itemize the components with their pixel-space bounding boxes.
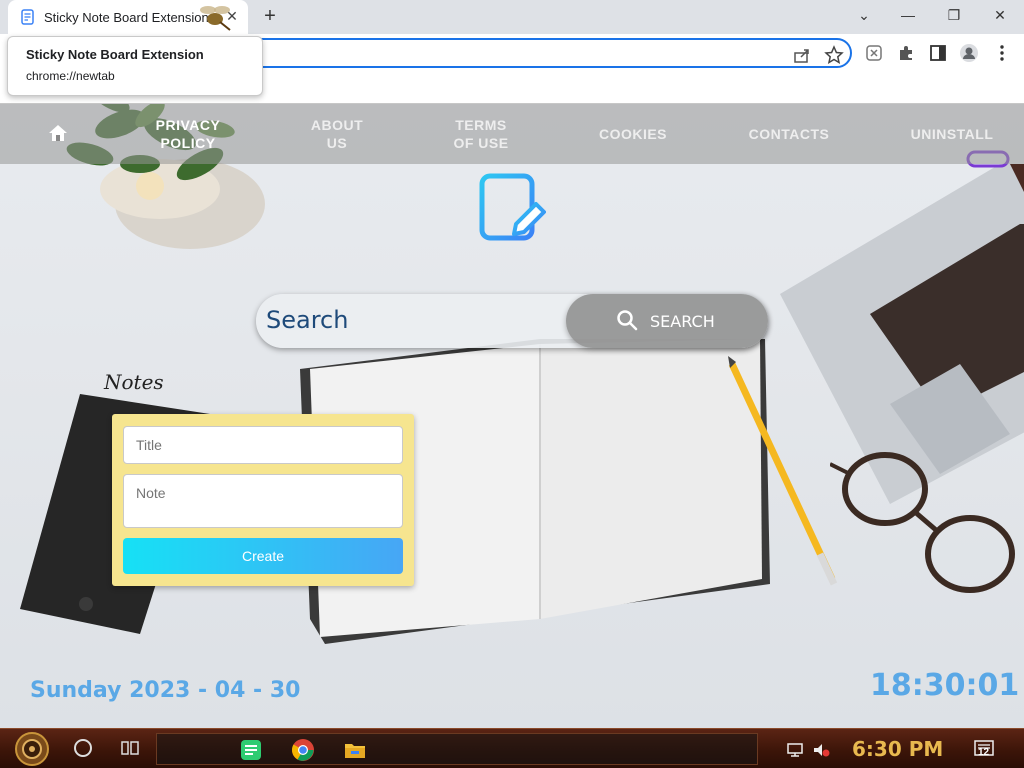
active-tab[interactable]: Sticky Note Board Extension ✕ xyxy=(8,0,248,34)
create-note-button[interactable]: Create xyxy=(123,538,403,574)
nav-label-line1: TERMS xyxy=(455,117,507,133)
taskbar-apps xyxy=(156,733,758,765)
restore-button[interactable]: ❐ xyxy=(940,4,968,26)
search-button[interactable]: SEARCH xyxy=(566,294,768,348)
nav-privacy-policy[interactable]: PRIVACY POLICY xyxy=(150,116,226,152)
search-bar: Search SEARCH xyxy=(256,294,768,348)
search-input[interactable]: Search xyxy=(266,306,348,334)
nav-cookies[interactable]: COOKIES xyxy=(590,125,676,143)
note-favicon-icon xyxy=(21,9,34,25)
nav-uninstall[interactable]: UNINSTALL xyxy=(900,125,1004,143)
profile-icon[interactable] xyxy=(959,43,979,63)
file-explorer-app-icon[interactable] xyxy=(343,738,367,762)
extension-blocked-icon[interactable] xyxy=(864,43,884,63)
sticky-notes-app-icon[interactable] xyxy=(239,738,263,762)
new-tab-button[interactable]: + xyxy=(258,4,282,28)
start-button-icon[interactable] xyxy=(10,731,54,767)
clock-display: 18:30:01 xyxy=(870,668,1020,703)
nav-label-line1: UNINSTALL xyxy=(910,126,994,142)
tooltip-url: chrome://newtab xyxy=(26,69,115,83)
extensions-icon[interactable] xyxy=(896,43,916,63)
cortana-search-icon[interactable] xyxy=(74,739,92,757)
note-body-textarea[interactable]: Note xyxy=(123,474,403,528)
tab-hover-tooltip: Sticky Note Board Extension chrome://new… xyxy=(7,36,263,96)
system-tray: 6:30 PM 12 xyxy=(770,733,1024,765)
nav-label-line1: CONTACTS xyxy=(748,126,830,142)
minimize-button[interactable]: — xyxy=(894,4,922,26)
note-form-card: Title Note Create xyxy=(112,414,414,586)
nav-label-line2: OF USE xyxy=(453,135,509,151)
nav-terms-of-use[interactable]: TERMS OF USE xyxy=(444,116,518,152)
bookmark-star-icon[interactable] xyxy=(824,45,844,65)
search-button-label: SEARCH xyxy=(650,312,715,331)
notepad-logo-icon xyxy=(479,173,546,241)
nav-label-line2: POLICY xyxy=(160,135,216,151)
tab-close-icon[interactable]: ✕ xyxy=(224,8,240,25)
volume-muted-icon[interactable] xyxy=(812,742,830,758)
tab-title: Sticky Note Board Extension xyxy=(44,10,209,25)
chrome-app-icon[interactable] xyxy=(291,738,315,762)
glasses-photo xyxy=(830,452,1015,593)
menu-kebab-icon[interactable] xyxy=(992,43,1012,63)
nav-label-line2: US xyxy=(326,135,348,151)
date-display: Sunday 2023 - 04 - 30 xyxy=(30,678,301,703)
side-panel-icon[interactable] xyxy=(928,43,948,63)
nav-label-line1: ABOUT xyxy=(310,117,364,133)
nav-label-line1: COOKIES xyxy=(598,126,668,142)
home-icon[interactable] xyxy=(48,124,68,142)
nav-about-us[interactable]: ABOUT US xyxy=(300,116,374,152)
os-taskbar: 6:30 PM 12 xyxy=(0,728,1024,768)
notes-heading: Notes xyxy=(104,370,164,394)
tab-strip: Sticky Note Board Extension ✕ + ⌄ — ❐ ✕ xyxy=(0,0,1024,34)
tooltip-title: Sticky Note Board Extension xyxy=(26,47,204,62)
share-icon[interactable] xyxy=(792,45,812,65)
note-title-input[interactable]: Title xyxy=(123,426,403,464)
pencil-photo xyxy=(728,356,838,586)
network-icon[interactable] xyxy=(786,742,804,758)
taskbar-clock[interactable]: 6:30 PM xyxy=(852,737,943,761)
nav-contacts[interactable]: CONTACTS xyxy=(740,125,838,143)
window-close-button[interactable]: ✕ xyxy=(986,4,1014,26)
notification-count-badge: 12 xyxy=(978,747,990,758)
top-nav: PRIVACY POLICY ABOUT US TERMS OF USE COO… xyxy=(0,104,1024,164)
search-icon xyxy=(617,310,638,331)
new-tab-page: PRIVACY POLICY ABOUT US TERMS OF USE COO… xyxy=(0,104,1024,728)
tab-search-icon[interactable]: ⌄ xyxy=(850,4,878,26)
nav-label-line1: PRIVACY xyxy=(155,117,221,133)
task-view-icon[interactable] xyxy=(120,739,140,757)
